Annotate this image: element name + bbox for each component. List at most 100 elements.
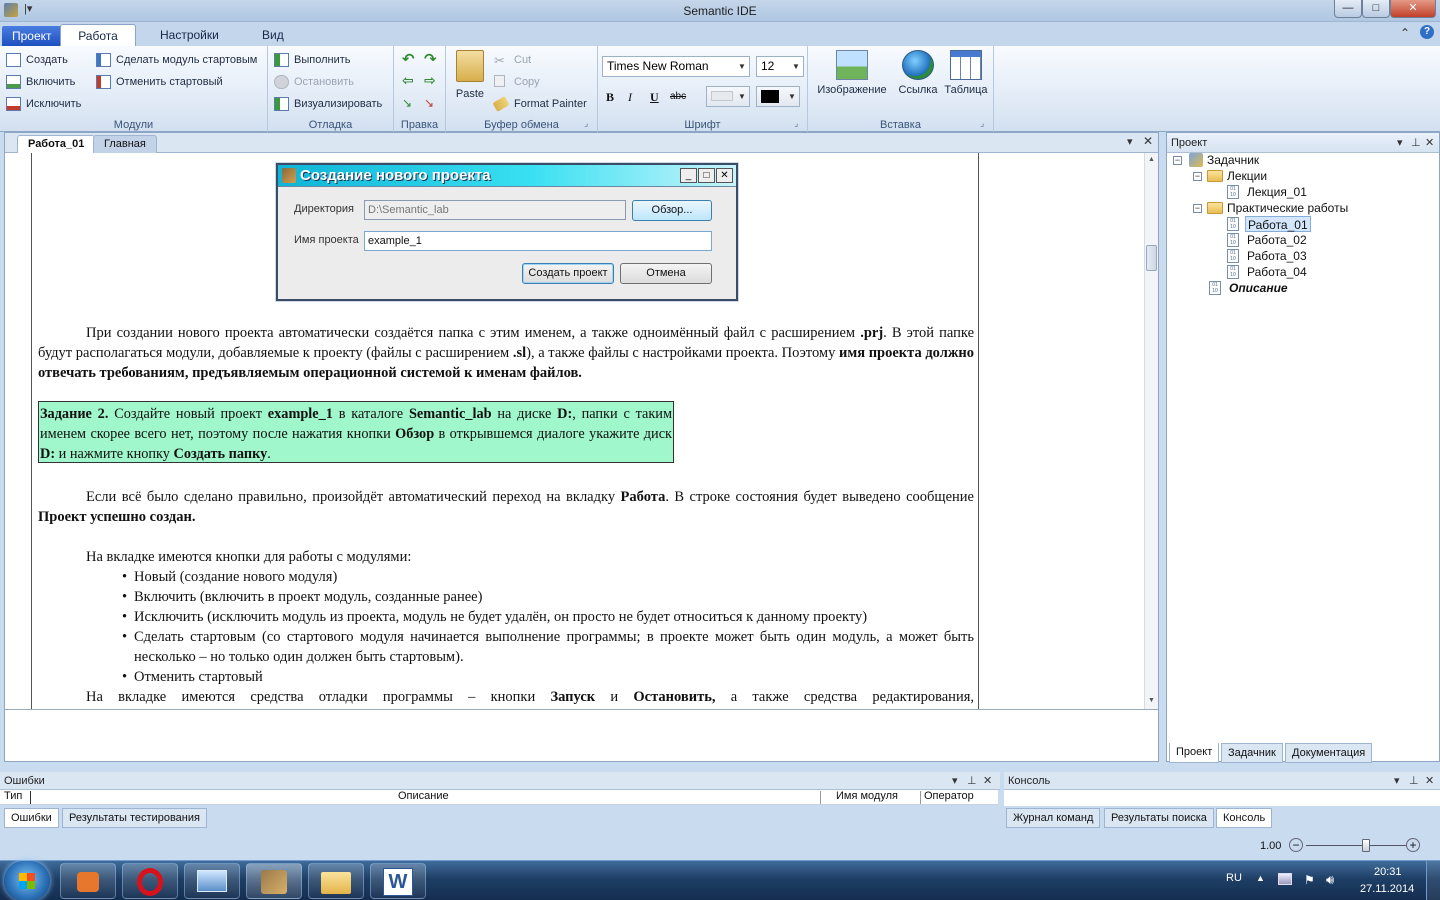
italic-button[interactable]: I bbox=[628, 90, 632, 105]
doc-tab-main[interactable]: Главная bbox=[93, 135, 157, 153]
zoom-slider-thumb[interactable] bbox=[1362, 839, 1370, 852]
col-type[interactable]: Тип bbox=[4, 790, 22, 802]
replace-icon[interactable]: ↘ bbox=[424, 96, 434, 110]
panel-menu-icon[interactable]: ▾ bbox=[1394, 774, 1400, 787]
tree-node-work-01[interactable]: Работа_01 bbox=[1245, 216, 1311, 232]
action-center-icon[interactable]: ⚑ bbox=[1304, 873, 1315, 887]
zoom-slider[interactable] bbox=[1306, 839, 1406, 852]
collapse-icon[interactable]: − bbox=[1173, 156, 1182, 165]
console-output[interactable] bbox=[1004, 790, 1440, 806]
cut-button[interactable]: ✂ Cut bbox=[494, 50, 531, 70]
cancel-button[interactable]: Отмена bbox=[620, 263, 712, 284]
panel-tab-tasks[interactable]: Задачник bbox=[1221, 743, 1283, 763]
taskbar-media-player[interactable] bbox=[60, 863, 116, 899]
pin-icon[interactable]: ⊥ bbox=[967, 774, 977, 787]
tab-list-dropdown-icon[interactable]: ▾ bbox=[1127, 135, 1133, 148]
tree-node-lecture-01[interactable]: Лекция_01 bbox=[1247, 184, 1307, 200]
insert-table-button[interactable]: Таблица bbox=[942, 50, 990, 96]
start-button[interactable] bbox=[4, 861, 50, 900]
tab-console[interactable]: Консоль bbox=[1216, 808, 1273, 828]
tree-node-root[interactable]: Задачник bbox=[1207, 152, 1259, 168]
help-icon[interactable]: ? bbox=[1420, 25, 1434, 39]
tree-node-lectures[interactable]: Лекции bbox=[1227, 168, 1267, 184]
tab-command-log[interactable]: Журнал команд bbox=[1006, 808, 1101, 828]
pin-icon[interactable]: ⊥ bbox=[1409, 774, 1419, 787]
collapse-icon[interactable]: − bbox=[1193, 204, 1202, 213]
panel-close-icon[interactable]: ✕ bbox=[983, 774, 992, 787]
zoom-in-icon[interactable]: + bbox=[1406, 838, 1420, 852]
collapse-icon[interactable]: − bbox=[1193, 172, 1202, 181]
highlight-color-select[interactable]: ▼ bbox=[706, 86, 750, 107]
panel-close-icon[interactable]: ✕ bbox=[1425, 136, 1434, 149]
create-project-button[interactable]: Создать проект bbox=[522, 263, 614, 284]
taskbar-file-explorer[interactable] bbox=[308, 863, 364, 899]
bold-button[interactable]: B bbox=[606, 90, 614, 105]
volume-icon[interactable]: 🔊︎ bbox=[1326, 872, 1334, 888]
tab-project[interactable]: Проект bbox=[2, 26, 62, 46]
taskbar-opera[interactable] bbox=[122, 863, 178, 899]
show-hidden-icons[interactable]: ▲ bbox=[1256, 873, 1265, 883]
include-module-button[interactable]: Включить bbox=[6, 72, 75, 92]
tab-search-results[interactable]: Результаты поиска bbox=[1104, 808, 1214, 828]
paste-button[interactable]: Paste bbox=[452, 50, 488, 100]
document-scrollbar[interactable]: ▲ ▼ bbox=[1144, 153, 1158, 709]
taskbar-semantic-ide[interactable] bbox=[246, 863, 302, 899]
panel-close-icon[interactable]: ✕ bbox=[1425, 774, 1434, 787]
browse-button[interactable]: Обзор... bbox=[632, 200, 712, 221]
clock-date[interactable]: 27.11.2014 bbox=[1360, 883, 1414, 895]
tree-node-work-03[interactable]: Работа_03 bbox=[1247, 248, 1307, 264]
panel-tab-project[interactable]: Проект bbox=[1169, 743, 1220, 763]
close-button[interactable]: ✕ bbox=[1390, 0, 1436, 18]
document-viewport[interactable]: Создание нового проекта _ □ ✕ Директория… bbox=[5, 153, 1144, 709]
insert-link-button[interactable]: Ссылка bbox=[896, 50, 940, 96]
tree-node-work-02[interactable]: Работа_02 bbox=[1247, 232, 1307, 248]
visualize-button[interactable]: Визуализировать bbox=[274, 94, 382, 114]
find-icon[interactable]: ↘ bbox=[402, 96, 412, 110]
font-family-select[interactable]: Times New Roman ▼ bbox=[602, 56, 750, 77]
col-description[interactable]: Описание bbox=[398, 790, 449, 802]
tab-view[interactable]: Вид bbox=[252, 24, 294, 46]
close-doc-icon[interactable]: ✕ bbox=[1143, 134, 1153, 148]
directory-field[interactable]: D:\Semantic_lab bbox=[364, 200, 626, 220]
language-indicator[interactable]: RU bbox=[1226, 872, 1242, 884]
project-name-field[interactable]: example_1 bbox=[364, 231, 712, 251]
scrollbar-thumb[interactable] bbox=[1146, 245, 1157, 271]
format-painter-button[interactable]: Format Painter bbox=[492, 94, 587, 114]
minimize-button[interactable]: — bbox=[1334, 0, 1362, 18]
strikethrough-button[interactable]: abc bbox=[670, 91, 686, 102]
dialog-minimize-button[interactable]: _ bbox=[680, 168, 697, 183]
doc-tab-work01[interactable]: Работа_01 bbox=[17, 135, 96, 153]
maximize-button[interactable]: □ bbox=[1362, 0, 1390, 18]
redo-icon[interactable]: ↷ bbox=[424, 50, 437, 68]
tab-test-results[interactable]: Результаты тестирования bbox=[62, 808, 207, 828]
panel-tab-docs[interactable]: Документация bbox=[1285, 743, 1373, 763]
tab-errors[interactable]: Ошибки bbox=[4, 808, 59, 828]
ribbon-collapse-icon[interactable]: ⌃ bbox=[1400, 26, 1410, 40]
panel-menu-icon[interactable]: ▾ bbox=[1397, 136, 1403, 149]
stop-button[interactable]: Остановить bbox=[274, 72, 354, 92]
tree-node-description[interactable]: Описание bbox=[1229, 280, 1288, 296]
taskbar-explorer-window[interactable] bbox=[184, 863, 240, 899]
clock-time[interactable]: 20:31 bbox=[1374, 866, 1402, 878]
undo-icon[interactable]: ↶ bbox=[402, 50, 415, 68]
insert-image-button[interactable]: Изображение bbox=[814, 50, 890, 96]
text-color-select[interactable]: ▼ bbox=[756, 86, 800, 107]
col-module-name[interactable]: Имя модуля bbox=[836, 790, 898, 802]
show-desktop-button[interactable] bbox=[1426, 861, 1440, 900]
tab-work[interactable]: Работа bbox=[60, 24, 136, 46]
dialog-maximize-button[interactable]: □ bbox=[698, 168, 715, 183]
run-button[interactable]: Выполнить bbox=[274, 50, 350, 70]
arrow-left-icon[interactable]: ⇦ bbox=[402, 72, 414, 89]
tree-node-work-04[interactable]: Работа_04 bbox=[1247, 264, 1307, 280]
make-start-module-button[interactable]: Сделать модуль стартовым bbox=[96, 50, 257, 70]
dialog-close-button[interactable]: ✕ bbox=[716, 168, 733, 183]
copy-button[interactable]: Copy bbox=[494, 72, 540, 92]
panel-menu-icon[interactable]: ▾ bbox=[952, 774, 958, 787]
scroll-down-icon[interactable]: ▼ bbox=[1148, 697, 1155, 704]
taskbar-word[interactable]: W bbox=[370, 863, 426, 899]
tab-settings[interactable]: Настройки bbox=[150, 24, 229, 46]
font-size-select[interactable]: 12 ▼ bbox=[756, 56, 804, 77]
pin-icon[interactable]: ⊥ bbox=[1411, 136, 1421, 149]
zoom-out-icon[interactable]: − bbox=[1289, 838, 1303, 852]
col-operator[interactable]: Оператор bbox=[924, 790, 974, 802]
